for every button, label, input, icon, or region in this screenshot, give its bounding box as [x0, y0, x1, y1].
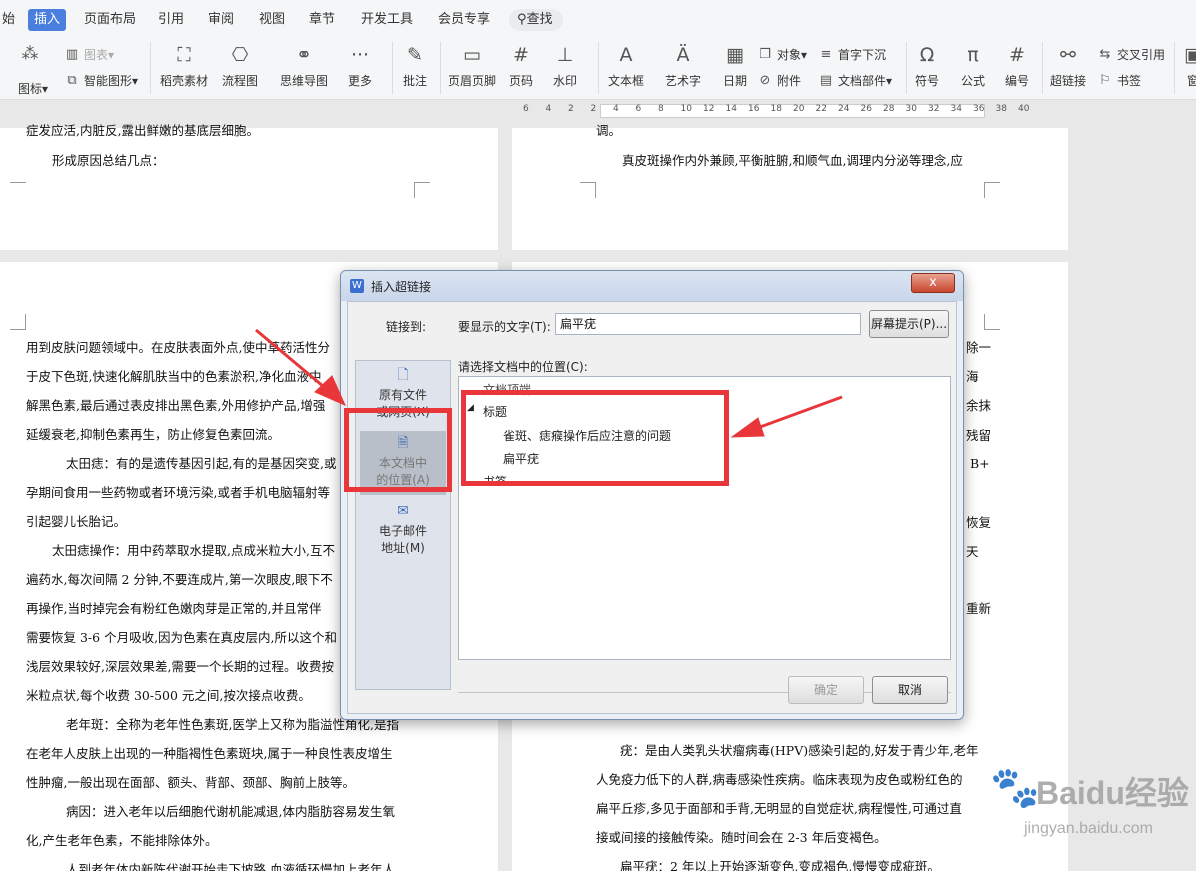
watermark-brand: Baidu经验	[1036, 775, 1189, 811]
arrow-head-right	[730, 417, 765, 438]
annotation-arrows	[255, 328, 843, 438]
arrow-line-right	[751, 395, 843, 432]
watermark-url: jingyan.baidu.com	[1024, 820, 1153, 837]
paw-logo-icon: 🐾	[990, 765, 1040, 811]
arrow-head-left	[314, 375, 346, 406]
baidu-watermark: 🐾 Baidu经验 jingyan.baidu.com	[990, 760, 1190, 860]
arrow-line-left	[255, 328, 331, 394]
